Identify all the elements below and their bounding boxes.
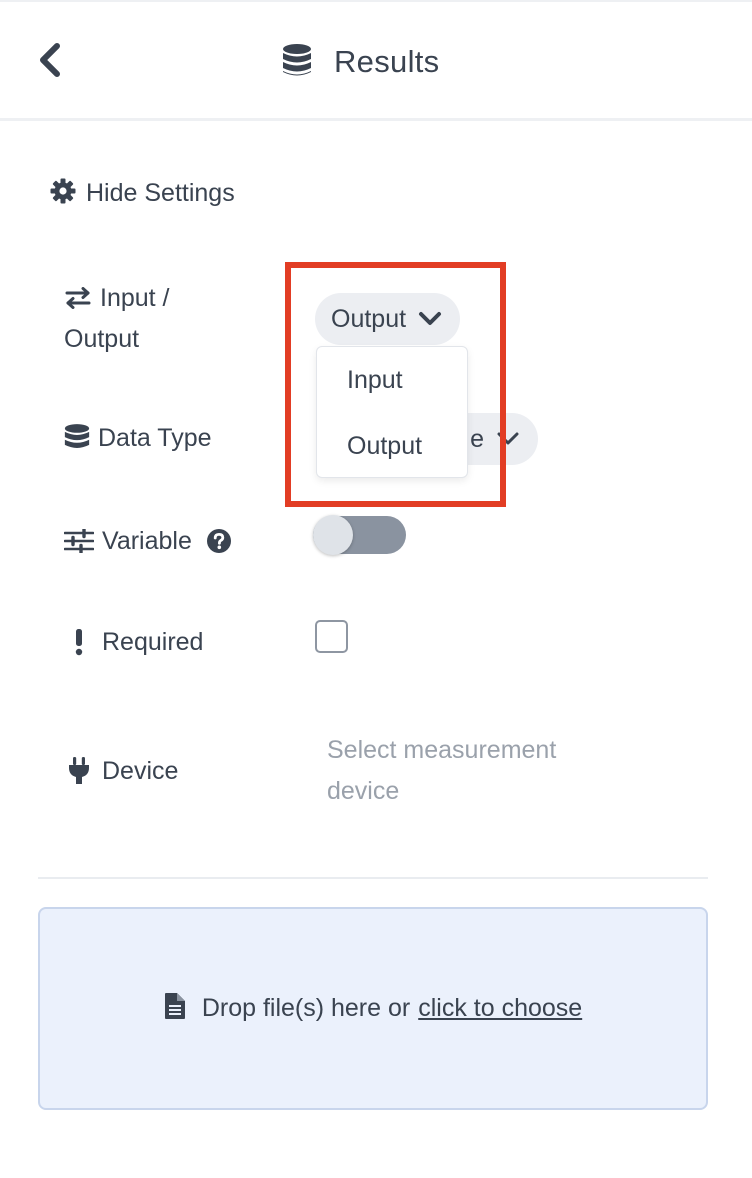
device-placeholder-line2: device [327,777,400,805]
variable-toggle[interactable] [313,515,406,555]
variable-label: Variable [64,521,232,561]
device-label: Device [64,751,178,791]
variable-label-text: Variable [102,527,192,555]
page-title: Results [334,44,440,79]
dropdown-option-output[interactable]: Output [347,426,422,466]
chevron-down-icon [496,425,520,454]
required-label-text: Required [102,628,204,656]
question-circle-icon[interactable] [206,521,232,561]
hide-settings-label: Hide Settings [86,178,235,207]
input-output-label-line1: Input / [100,284,170,312]
device-select[interactable]: Select measurement device [327,730,647,812]
header: Results [0,0,752,121]
results-panel: Results Hide Settings Input / Output Out… [0,0,752,1178]
input-output-dropdown-menu: Input Output [316,346,468,478]
file-dropzone[interactable]: Drop file(s) here or click to choose [38,907,708,1110]
data-type-selected-value: e [470,424,484,453]
exchange-arrows-icon [64,278,92,318]
file-icon [164,992,186,1025]
database-icon [282,43,312,82]
device-placeholder-line1: Select measurement [327,736,557,764]
exclamation-icon [64,622,94,662]
required-checkbox[interactable] [315,620,348,653]
data-type-label-text: Data Type [98,424,212,452]
database-icon [64,418,90,458]
input-output-label-line2-wrap: Output [64,319,139,359]
dropzone-text: Drop file(s) here or [201,994,411,1022]
back-button[interactable] [30,38,70,86]
chevron-left-icon [37,42,63,82]
gear-icon [50,178,76,209]
divider [38,877,708,879]
hide-settings-button[interactable]: Hide Settings [50,172,235,214]
plug-icon [64,751,94,791]
click-to-choose-link[interactable]: click to choose [418,994,582,1022]
toggle-knob [313,515,353,555]
data-type-label: Data Type [64,418,212,458]
input-output-label: Input / [64,278,170,318]
chevron-down-icon [418,305,442,334]
sliders-icon [64,521,94,561]
required-label: Required [64,622,203,662]
input-output-selected-value: Output [331,304,407,333]
device-label-text: Device [102,757,179,785]
dropdown-option-input[interactable]: Input [347,360,403,400]
input-output-select[interactable]: Output [315,293,461,345]
header-title-group: Results [282,38,439,86]
input-output-label-line2: Output [64,325,140,353]
